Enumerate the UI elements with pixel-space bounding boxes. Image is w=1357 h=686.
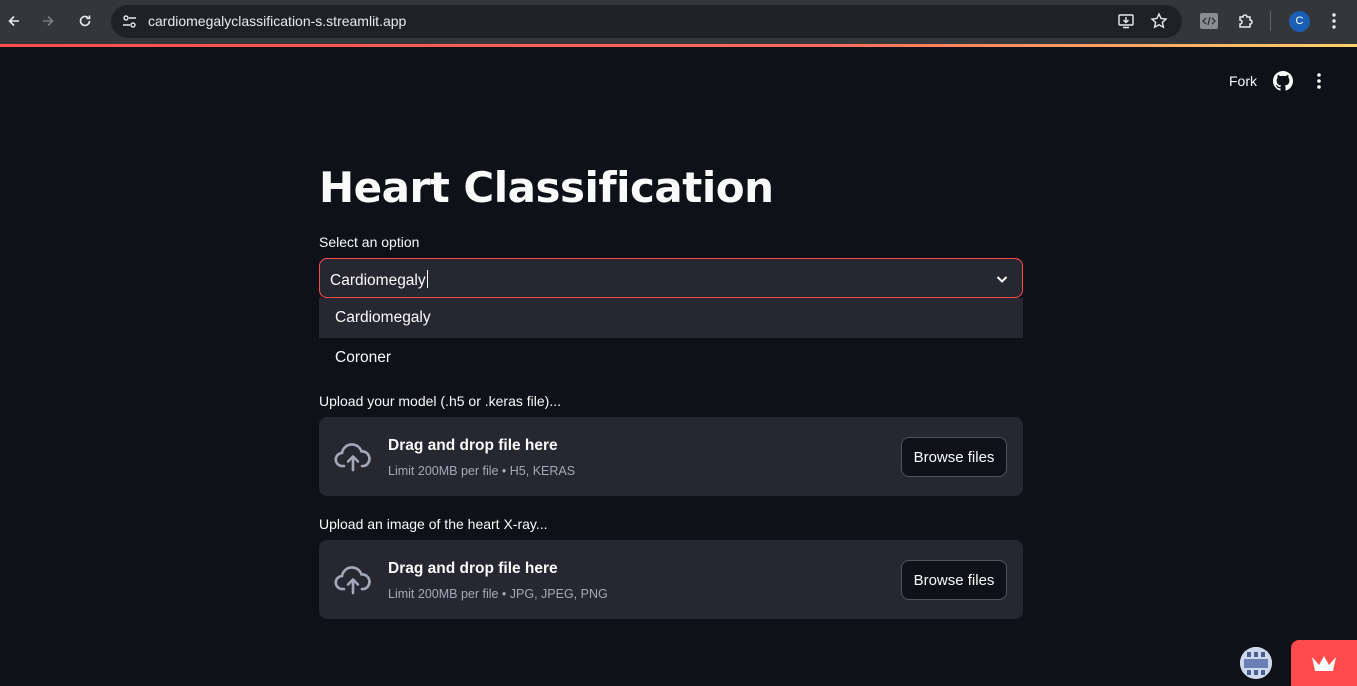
toolbar-divider [1270, 11, 1271, 31]
install-app-icon[interactable] [1117, 12, 1135, 30]
address-bar[interactable]: cardiomegalyclassification-s.streamlit.a… [111, 5, 1182, 38]
browser-toolbar: cardiomegalyclassification-s.streamlit.a… [0, 0, 1357, 44]
image-uploader-label: Upload an image of the heart X-ray... [319, 516, 548, 532]
cloud-upload-icon [334, 443, 371, 472]
profile-avatar[interactable]: C [1289, 11, 1310, 32]
dropzone-instruction: Drag and drop file here [388, 437, 558, 454]
extensions-puzzle-icon[interactable] [1236, 11, 1256, 31]
app-menu-icon[interactable] [1310, 71, 1328, 91]
app-header: Fork [0, 47, 1357, 107]
dropzone-instruction: Drag and drop file here [388, 560, 558, 577]
site-settings-icon[interactable] [121, 13, 138, 30]
creator-avatar[interactable] [1240, 647, 1272, 679]
image-file-dropzone[interactable]: Drag and drop file here Limit 200MB per … [319, 540, 1023, 619]
streamlit-logo-icon [1312, 656, 1336, 671]
avatar-image-icon [1240, 647, 1272, 679]
extension-code-icon[interactable] [1199, 11, 1219, 31]
reload-icon[interactable] [72, 8, 98, 34]
option-select[interactable]: Cardiomegaly [319, 258, 1023, 298]
select-value[interactable]: Cardiomegaly [330, 270, 428, 290]
browser-menu-icon[interactable] [1325, 11, 1343, 31]
github-icon[interactable] [1273, 71, 1293, 91]
dropzone-limit-text: Limit 200MB per file • H5, KERAS [388, 464, 576, 478]
url-text[interactable]: cardiomegalyclassification-s.streamlit.a… [148, 13, 406, 29]
chevron-down-icon[interactable] [994, 271, 1010, 287]
browse-files-button[interactable]: Browse files [901, 437, 1007, 477]
cloud-upload-icon [334, 566, 371, 595]
model-file-dropzone[interactable]: Drag and drop file here Limit 200MB per … [319, 417, 1023, 496]
dropzone-limit-text: Limit 200MB per file • JPG, JPEG, PNG [388, 587, 608, 601]
fork-button[interactable]: Fork [1229, 73, 1257, 89]
dropdown-option-coroner[interactable]: Coroner [319, 338, 1023, 378]
page-title: Heart Classification [319, 163, 774, 212]
select-label: Select an option [319, 234, 420, 250]
streamlit-badge[interactable] [1291, 640, 1357, 686]
browse-files-button[interactable]: Browse files [901, 560, 1007, 600]
dropdown-option-cardiomegaly[interactable]: Cardiomegaly [319, 298, 1023, 338]
select-dropdown-menu: Cardiomegaly Coroner [319, 298, 1023, 378]
text-cursor [426, 270, 428, 288]
forward-icon[interactable] [35, 8, 61, 34]
model-uploader-label: Upload your model (.h5 or .keras file)..… [319, 393, 561, 409]
back-icon[interactable] [1, 8, 27, 34]
bookmark-star-icon[interactable] [1150, 12, 1168, 30]
